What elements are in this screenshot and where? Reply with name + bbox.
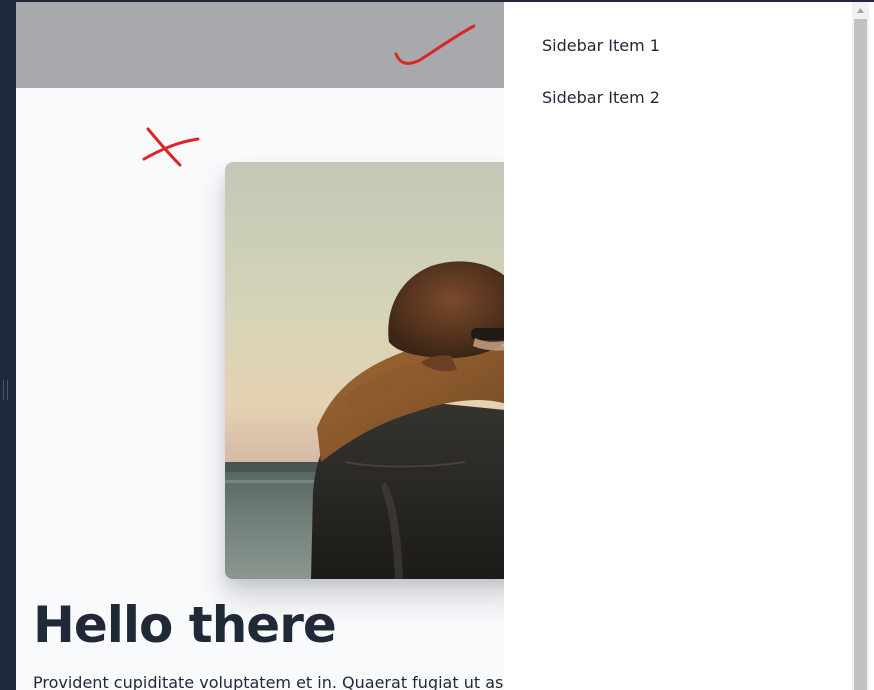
window-edge: [869, 2, 874, 690]
scroll-up-arrow-icon[interactable]: [852, 2, 869, 19]
left-gutter: [0, 0, 16, 690]
sidebar-item-2[interactable]: Sidebar Item 2: [542, 78, 832, 118]
hero-body-text: Provident cupiditate voluptatem et in. Q…: [33, 673, 504, 690]
cross-icon: [142, 127, 200, 167]
checkmark-icon: [394, 24, 476, 65]
scrollbar-thumb[interactable]: [854, 19, 867, 690]
scrollbar[interactable]: [852, 2, 869, 690]
page-title: Hello there: [33, 596, 337, 654]
sidebar-item-1[interactable]: Sidebar Item 1: [542, 26, 832, 66]
hero-image: [225, 162, 504, 579]
resize-handle[interactable]: [2, 380, 10, 400]
page-content: Hello there Provident cupiditate volupta…: [16, 2, 504, 690]
sidebar: Sidebar Item 1 Sidebar Item 2: [504, 2, 852, 690]
